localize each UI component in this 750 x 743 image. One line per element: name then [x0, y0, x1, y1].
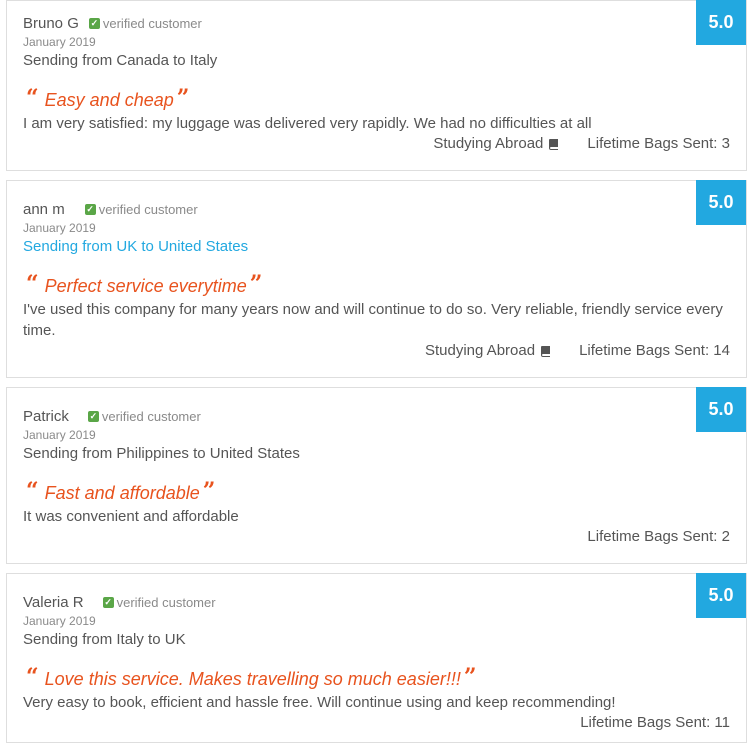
lifetime-bags: Lifetime Bags Sent: 14	[579, 342, 730, 359]
review-title: Fast and affordable	[44, 483, 200, 503]
rating-badge: 5.0	[696, 0, 746, 45]
verified-badge: ✓ verified customer	[102, 595, 216, 610]
verified-label: verified customer	[102, 16, 202, 31]
shipping-route: Sending from Canada to Italy	[23, 52, 218, 69]
check-icon: ✓	[102, 597, 114, 608]
verified-label: verified customer	[98, 202, 198, 217]
category-tag: Studying Abroad	[433, 135, 559, 152]
quote-open-icon: “	[26, 478, 39, 504]
verified-badge: ✓ verified customer	[87, 409, 201, 424]
rating-badge: 5.0	[696, 573, 746, 618]
review-body: I am very satisfied: my luggage was deli…	[23, 115, 592, 132]
review-title: Love this service. Makes travelling so m…	[44, 669, 461, 689]
lifetime-bags: Lifetime Bags Sent: 2	[587, 528, 730, 545]
verified-badge: ✓ verified customer	[84, 202, 198, 217]
review-title: Easy and cheap	[44, 90, 174, 110]
verified-label: verified customer	[101, 409, 201, 424]
review-date: January 2019	[23, 221, 96, 235]
shipping-route-link[interactable]: Sending from UK to United States	[23, 238, 248, 255]
reviewer-name: ann m	[23, 201, 65, 218]
check-icon: ✓	[84, 204, 96, 215]
review-date: January 2019	[23, 428, 96, 442]
review-date: January 2019	[23, 35, 96, 49]
review-title: Perfect service everytime	[44, 276, 247, 296]
verified-label: verified customer	[116, 595, 216, 610]
book-icon	[549, 138, 559, 150]
rating-badge: 5.0	[696, 180, 746, 225]
quote-close-icon: ”	[202, 478, 216, 504]
review-card: 5.0 Patrick ✓ verified customer January …	[6, 387, 747, 564]
review-body: It was convenient and affordable	[23, 508, 239, 525]
category-label: Studying Abroad	[424, 342, 536, 359]
verified-badge: ✓ verified customer	[88, 16, 202, 31]
check-icon: ✓	[88, 18, 100, 29]
category-tag: Studying Abroad	[425, 342, 551, 359]
quote-close-icon: ”	[463, 664, 477, 690]
category-label: Studying Abroad	[433, 135, 544, 152]
quote-close-icon: ”	[176, 85, 190, 111]
review-body: Very easy to book, efficient and hassle …	[23, 694, 616, 711]
review-body: I've used this company for many years no…	[23, 301, 723, 339]
review-card: 5.0 ann m ✓ verified customer January 20…	[6, 180, 747, 378]
lifetime-bags: Lifetime Bags Sent: 3	[587, 135, 730, 152]
shipping-route: Sending from Italy to UK	[23, 631, 186, 648]
check-icon: ✓	[87, 411, 99, 422]
quote-close-icon: ”	[249, 271, 263, 297]
review-date: January 2019	[23, 614, 96, 628]
quote-open-icon: “	[26, 85, 39, 111]
reviewer-name: Bruno G	[23, 15, 79, 32]
lifetime-bags: Lifetime Bags Sent: 11	[580, 714, 730, 731]
review-card: 5.0 Valeria R ✓ verified customer Januar…	[6, 573, 747, 743]
rating-badge: 5.0	[696, 387, 746, 432]
review-card: 5.0 Bruno G ✓ verified customer January …	[6, 0, 747, 171]
book-icon	[541, 345, 551, 357]
quote-open-icon: “	[26, 664, 39, 690]
reviewer-name: Valeria R	[23, 594, 84, 611]
shipping-route: Sending from Philippines to United State…	[23, 445, 300, 462]
reviewer-name: Patrick	[23, 408, 69, 425]
quote-open-icon: “	[26, 271, 39, 297]
